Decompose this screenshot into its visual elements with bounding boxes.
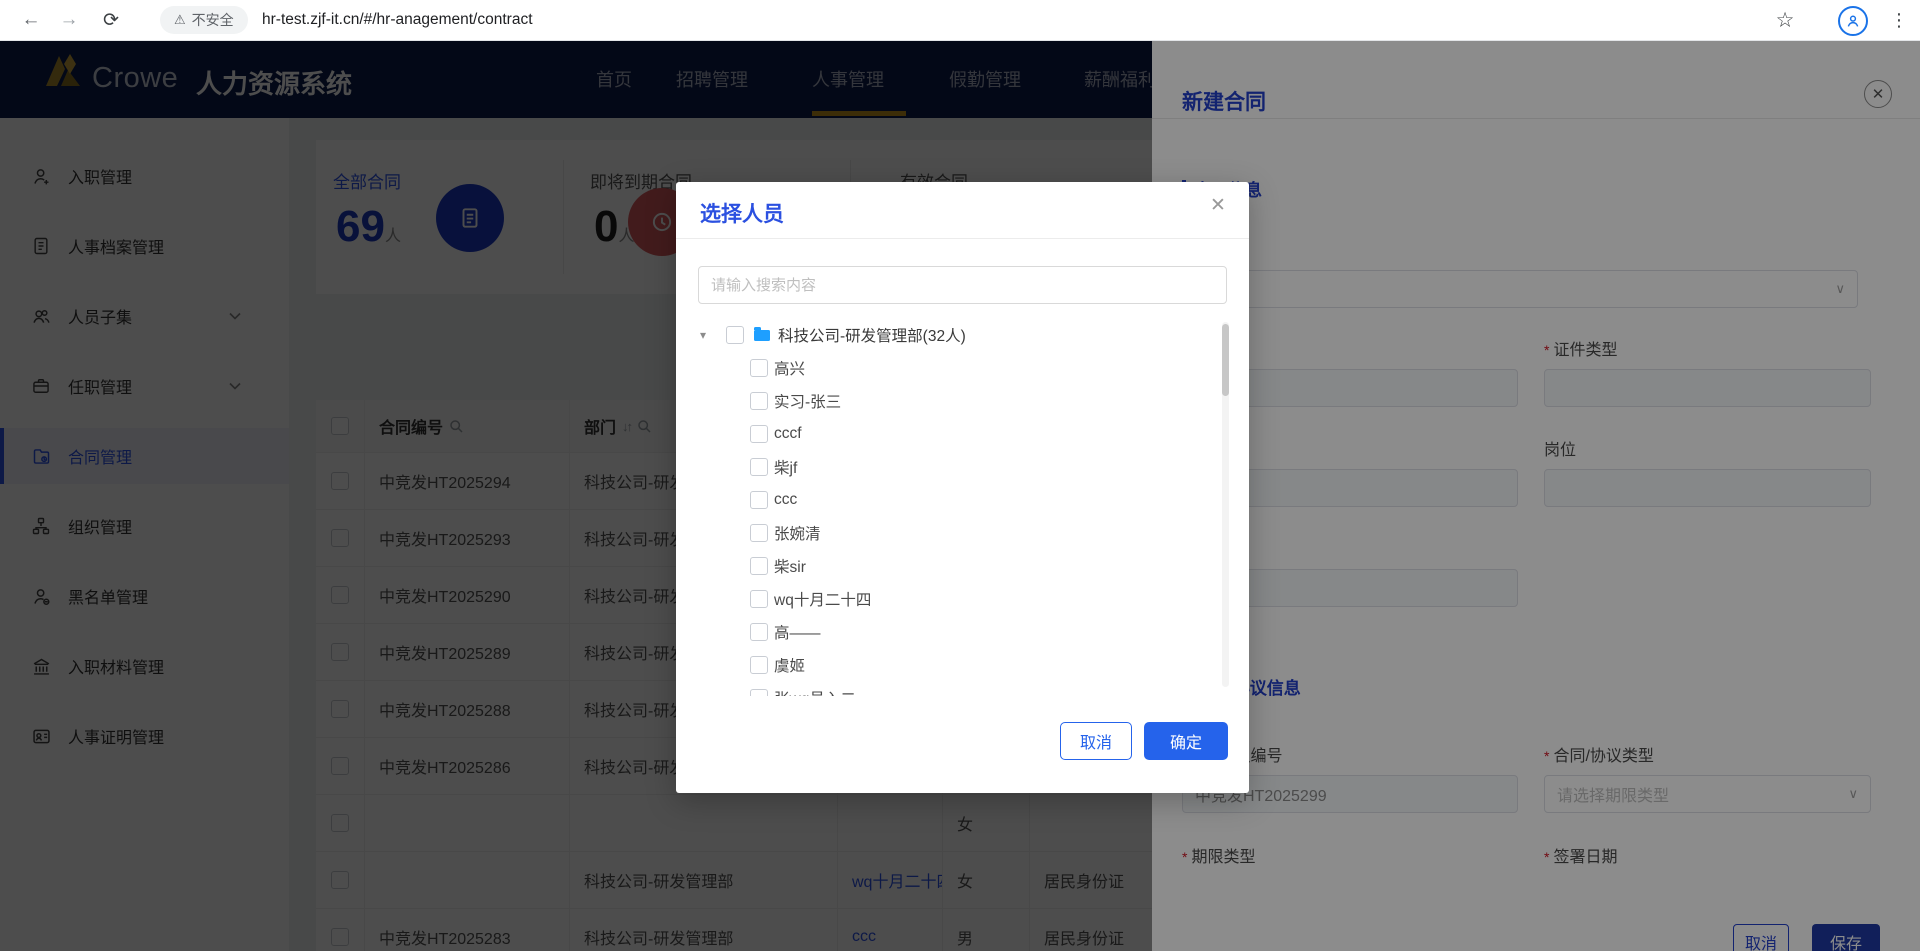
tree-item-checkbox[interactable]: [750, 391, 768, 410]
browser-profile-avatar[interactable]: [1838, 6, 1868, 36]
tree-item-label[interactable]: 虞姬: [774, 654, 805, 676]
tree-root-checkbox[interactable]: [726, 325, 744, 344]
browser-menu-icon[interactable]: ⋮: [1882, 0, 1916, 40]
tree-item-label[interactable]: 柴jf: [774, 456, 797, 478]
tree-item[interactable]: 高——: [676, 615, 1216, 648]
tree-item-label[interactable]: 张wq员入二: [774, 687, 856, 697]
person-search-input[interactable]: [698, 266, 1227, 304]
modal-close-icon[interactable]: ✕: [1210, 194, 1226, 217]
tree-item[interactable]: cccf: [676, 417, 1216, 450]
tree-item-checkbox[interactable]: [750, 424, 768, 443]
tree-scrollbar[interactable]: [1222, 322, 1229, 687]
tree-item-checkbox[interactable]: [750, 622, 768, 641]
security-badge[interactable]: ⚠ 不安全: [160, 6, 248, 34]
tree-item[interactable]: 实习-张三: [676, 384, 1216, 417]
caret-down-icon[interactable]: ▾: [700, 328, 706, 342]
tree-item-label[interactable]: 实习-张三: [774, 390, 841, 412]
folder-icon: [754, 327, 770, 341]
tree-item[interactable]: 高兴: [676, 351, 1216, 384]
tree-item-checkbox[interactable]: [750, 589, 768, 608]
tree-item[interactable]: 张婉清: [676, 516, 1216, 549]
warning-icon: ⚠: [174, 12, 186, 27]
tree-item[interactable]: 柴jf: [676, 450, 1216, 483]
tree-item-label[interactable]: 高——: [774, 621, 821, 643]
divider: [676, 238, 1249, 239]
tree-scrollbar-thumb[interactable]: [1222, 324, 1229, 396]
tree-item-label[interactable]: 张婉清: [774, 522, 821, 544]
tree-root-label[interactable]: 科技公司-研发管理部(32人): [778, 324, 966, 346]
modal-title: 选择人员: [700, 203, 784, 226]
tree-root-row[interactable]: ▾ 科技公司-研发管理部(32人): [676, 318, 1216, 351]
person-tree: ▾ 科技公司-研发管理部(32人) 高兴 实习-张三 cccf 柴jf ccc …: [676, 318, 1216, 696]
screen: ← → ⟳ ⚠ 不安全 hr-test.zjf-it.cn/#/hr-anage…: [0, 0, 1920, 951]
modal-cancel-button[interactable]: 取消: [1060, 722, 1132, 760]
security-badge-label: 不安全: [191, 12, 234, 28]
profile-person-icon: [1847, 15, 1859, 27]
tree-item[interactable]: 柴sir: [676, 549, 1216, 582]
tree-item-label[interactable]: ccc: [774, 491, 797, 509]
tree-item-checkbox[interactable]: [750, 358, 768, 377]
tree-item[interactable]: 张wq员入二: [676, 681, 1216, 696]
tree-item-checkbox[interactable]: [750, 655, 768, 674]
tree-item-checkbox[interactable]: [750, 490, 768, 509]
tree-item-checkbox[interactable]: [750, 688, 768, 696]
tree-item-checkbox[interactable]: [750, 457, 768, 476]
tree-item-label[interactable]: 柴sir: [774, 555, 806, 577]
browser-toolbar: ← → ⟳ ⚠ 不安全 hr-test.zjf-it.cn/#/hr-anage…: [0, 0, 1920, 41]
bookmark-star-icon[interactable]: ☆: [1768, 0, 1802, 40]
browser-forward-icon[interactable]: →: [52, 0, 86, 40]
select-person-modal: 选择人员 ✕ ▾ 科技公司-研发管理部(32人) 高兴 实习-张三 cccf: [676, 182, 1249, 793]
tree-item[interactable]: 虞姬: [676, 648, 1216, 681]
browser-back-icon[interactable]: ←: [14, 0, 48, 40]
modal-ok-button[interactable]: 确定: [1144, 722, 1228, 760]
tree-item-checkbox[interactable]: [750, 556, 768, 575]
tree-item[interactable]: ccc: [676, 483, 1216, 516]
tree-item-label[interactable]: cccf: [774, 425, 802, 443]
tree-item[interactable]: wq十月二十四: [676, 582, 1216, 615]
tree-item-checkbox[interactable]: [750, 523, 768, 542]
tree-item-label[interactable]: wq十月二十四: [774, 588, 871, 610]
browser-refresh-icon[interactable]: ⟳: [94, 0, 128, 40]
address-bar[interactable]: hr-test.zjf-it.cn/#/hr-anagement/contrac…: [262, 0, 533, 40]
tree-item-label[interactable]: 高兴: [774, 357, 805, 379]
